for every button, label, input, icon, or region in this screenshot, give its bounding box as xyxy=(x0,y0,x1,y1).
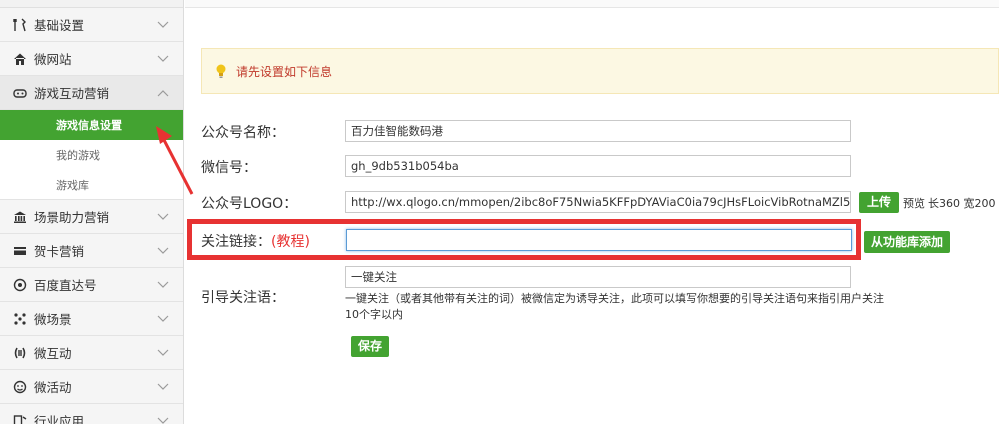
gamepad-icon xyxy=(13,86,27,100)
sidebar-item-greeting-card[interactable]: 贺卡营销 xyxy=(0,234,183,268)
account-name-input[interactable]: 百力佳智能数码港 xyxy=(345,120,851,142)
sidebar-subitem-label: 游戏信息设置 xyxy=(56,119,122,132)
sidebar-item-label: 微网站 xyxy=(34,52,72,67)
notice-text: 请先设置如下信息 xyxy=(236,64,333,79)
scene-icon xyxy=(13,312,27,326)
activity-icon xyxy=(13,380,27,394)
sidebar-item-industry-apps[interactable]: 行业应用 xyxy=(0,404,183,424)
baidu-icon xyxy=(13,278,27,292)
follow-link-label-text: 关注链接： xyxy=(201,234,271,250)
save-button[interactable]: 保存 xyxy=(351,336,389,357)
sidebar-item-baidu-direct[interactable]: 百度直达号 xyxy=(0,268,183,302)
chevron-down-icon xyxy=(157,349,169,356)
sidebar-item-label: 基础设置 xyxy=(34,18,85,33)
top-strip xyxy=(185,0,999,8)
chevron-down-icon xyxy=(157,383,169,390)
guide-text-hint: 一键关注（或者其他带有关注的词）被微信定为诱导关注，此项可以填写你想要的引导关注… xyxy=(345,292,884,305)
chevron-up-icon xyxy=(157,89,169,96)
sidebar-subitem-label: 游戏库 xyxy=(56,178,89,192)
tutorial-link[interactable]: (教程) xyxy=(271,234,310,250)
sidebar-item-scene-boost[interactable]: 场景助力营销 xyxy=(0,200,183,234)
wechat-id-input[interactable]: gh_9db531b054ba xyxy=(345,155,851,177)
sidebar-item-micro-scene[interactable]: 微场景 xyxy=(0,302,183,336)
settings-icon xyxy=(13,18,27,32)
lightbulb-icon xyxy=(216,64,226,78)
sidebar-item-label: 微场景 xyxy=(34,312,72,327)
chevron-down-icon xyxy=(157,247,169,254)
card-icon xyxy=(13,244,27,258)
industry-icon xyxy=(13,414,27,424)
guide-text-label: 引导关注语： xyxy=(201,290,285,306)
logo-size-hint: 长360 宽200 xyxy=(928,197,996,210)
upload-button[interactable]: 上传 xyxy=(859,192,899,213)
sidebar-item-micro-interact[interactable]: 微互动 xyxy=(0,336,183,370)
wechat-id-label: 微信号： xyxy=(201,160,257,176)
add-from-library-button[interactable]: 从功能库添加 xyxy=(864,231,950,253)
guide-text-input[interactable]: 一键关注 xyxy=(345,266,851,288)
follow-link-input[interactable] xyxy=(346,229,852,251)
follow-link-label: 关注链接：(教程) xyxy=(201,231,310,251)
sidebar-item-label: 行业应用 xyxy=(34,414,85,424)
sidebar-item-game-marketing[interactable]: 游戏互动营销 xyxy=(0,76,183,110)
sidebar-item-micro-activity[interactable]: 微活动 xyxy=(0,370,183,404)
sidebar-item-label: 微活动 xyxy=(34,380,72,395)
interact-icon xyxy=(13,346,27,360)
chevron-down-icon xyxy=(157,213,169,220)
sidebar: 基础设置 微网站 游戏互动营销 游戏信息设置 我的游戏 游戏库 场景助力营销 贺… xyxy=(0,0,184,424)
preview-link[interactable]: 预览 xyxy=(903,195,925,211)
notice-banner: 请先设置如下信息 xyxy=(201,48,999,94)
chevron-down-icon xyxy=(157,315,169,322)
sidebar-item-basic-settings[interactable]: 基础设置 xyxy=(0,8,183,42)
logo-url-input[interactable]: http://wx.qlogo.cn/mmopen/2ibc8oF75Nwia5… xyxy=(345,191,851,213)
chevron-down-icon xyxy=(157,21,169,28)
sidebar-top xyxy=(0,0,183,8)
account-name-label: 公众号名称： xyxy=(201,125,285,141)
sidebar-item-label: 百度直达号 xyxy=(34,278,97,293)
sidebar-item-microsite[interactable]: 微网站 xyxy=(0,42,183,76)
chevron-down-icon xyxy=(157,55,169,62)
guide-text-limit-hint: 10个字以内 xyxy=(345,308,403,321)
chevron-down-icon xyxy=(157,417,169,424)
sidebar-subitem-label: 我的游戏 xyxy=(56,149,100,162)
red-pointer-arrow xyxy=(156,126,194,195)
chevron-down-icon xyxy=(157,281,169,288)
logo-label: 公众号LOGO： xyxy=(201,196,298,212)
bank-icon xyxy=(13,210,27,224)
home-icon xyxy=(13,52,27,66)
sidebar-item-label: 贺卡营销 xyxy=(34,244,85,259)
sidebar-item-label: 微互动 xyxy=(34,346,72,361)
sidebar-item-label: 游戏互动营销 xyxy=(34,86,110,101)
sidebar-item-label: 场景助力营销 xyxy=(34,210,110,225)
